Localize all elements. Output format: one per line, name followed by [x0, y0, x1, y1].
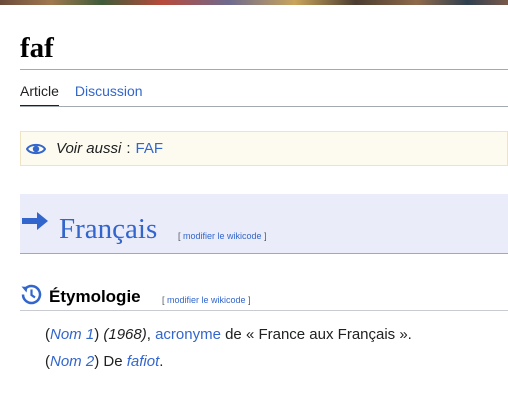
tab-discussion[interactable]: Discussion: [75, 82, 143, 107]
language-name[interactable]: Français: [59, 213, 157, 245]
arrow-right-icon: [22, 212, 48, 230]
tag-nom-1-link[interactable]: Nom 1: [50, 326, 94, 343]
acronyme-link[interactable]: acronyme: [155, 326, 221, 343]
definition-line-2: (Nom 2) De fafiot.: [45, 353, 164, 370]
section-title: Étymologie: [49, 287, 141, 306]
language-edit-link[interactable]: modifier le wikicode: [183, 231, 262, 241]
page-tabs: Article Discussion: [20, 82, 159, 107]
section-heading-etymology: Étymologie [ modifier le wikicode ]: [20, 283, 508, 311]
tabs-divider: [20, 106, 508, 107]
eye-icon: [26, 143, 46, 154]
definition-line-1: (Nom 1) (1968), acronyme de « France aux…: [45, 326, 412, 343]
section-edit: [ modifier le wikicode ]: [162, 295, 251, 305]
fafiot-link[interactable]: fafiot: [127, 353, 160, 370]
section-edit-link[interactable]: modifier le wikicode: [167, 295, 246, 305]
definition-1-text: de « France aux Français ».: [225, 326, 412, 343]
see-also-notice: Voir aussi : FAF: [20, 131, 508, 166]
see-also-label: Voir aussi: [56, 140, 122, 157]
header-banner-image: [0, 0, 508, 5]
language-edit: [ modifier le wikicode ]: [178, 231, 267, 241]
title-divider: [20, 69, 508, 70]
tab-article[interactable]: Article: [20, 82, 59, 107]
tag-nom-2-link[interactable]: Nom 2: [50, 353, 94, 370]
see-also-separator: :: [126, 140, 131, 157]
language-heading: Français [ modifier le wikicode ]: [20, 194, 508, 254]
page-title: faf: [20, 32, 54, 64]
history-clock-icon: [21, 284, 42, 305]
date-text: (1968): [103, 326, 147, 343]
definition-2-text: De: [103, 353, 123, 370]
see-also-link[interactable]: FAF: [135, 140, 163, 157]
